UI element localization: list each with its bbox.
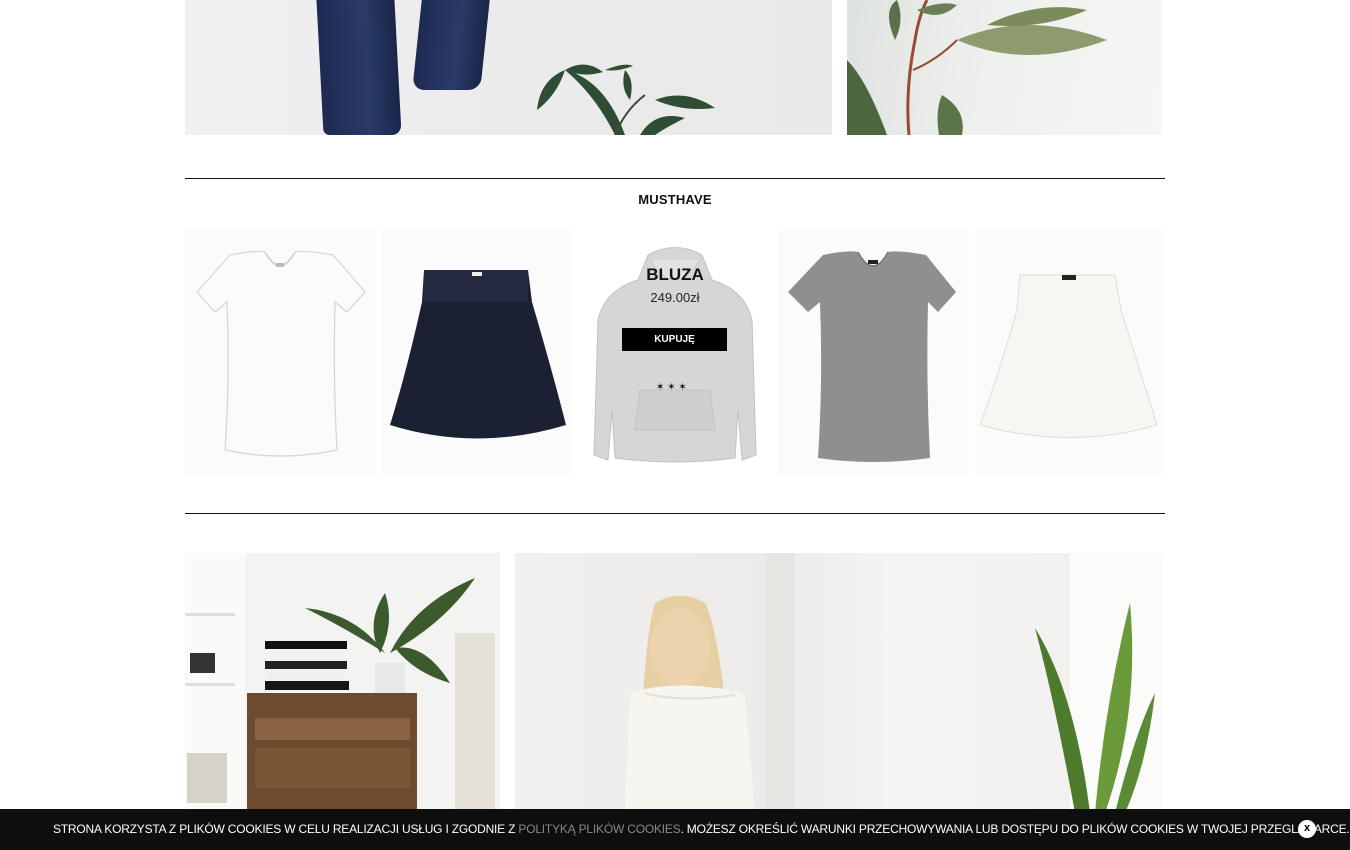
svg-text:✶ ✶ ✶: ✶ ✶ ✶ bbox=[656, 382, 687, 392]
section-divider-top bbox=[185, 178, 1165, 179]
cookie-message: STRONA KORZYSTA Z PLIKÓW COOKIES W CELU … bbox=[53, 809, 1350, 850]
product-card-grey-tshirt[interactable] bbox=[778, 230, 968, 475]
section-title: MUSTHAVE bbox=[638, 192, 712, 207]
close-icon[interactable]: x bbox=[1298, 820, 1316, 838]
product-card-grey-hoodie[interactable]: BLUZA 249.00zł KUPUJĘ ✶ ✶ ✶ bbox=[580, 230, 770, 475]
cookie-text-after: . MOŻESZ OKREŚLIĆ WARUNKI PRZECHOWYWANIA… bbox=[680, 822, 1350, 836]
eucalyptus-illustration bbox=[847, 0, 1107, 135]
cookie-consent-bar: STRONA KORZYSTA Z PLIKÓW COOKIES W CELU … bbox=[0, 809, 1350, 850]
editorial-photo-interior[interactable] bbox=[185, 553, 500, 813]
product-card-navy-skirt[interactable] bbox=[382, 230, 572, 475]
editorial-photo-trousers[interactable] bbox=[185, 0, 832, 135]
white-skirt-image bbox=[979, 274, 1158, 438]
editorial-photo-eucalyptus[interactable] bbox=[847, 0, 1162, 135]
woman-by-wall-illustration bbox=[625, 553, 1162, 813]
interior-illustration bbox=[185, 553, 495, 813]
buy-button[interactable]: KUPUJĘ bbox=[622, 328, 727, 351]
product-name: BLUZA bbox=[646, 265, 704, 284]
editorial-photo-woman[interactable] bbox=[515, 553, 1162, 813]
product-hover-overlay: BLUZA 249.00zł KUPUJĘ bbox=[580, 230, 770, 475]
grey-tshirt-image bbox=[788, 251, 956, 462]
cookie-text-before: STRONA KORZYSTA Z PLIKÓW COOKIES W CELU … bbox=[53, 822, 519, 836]
plant-leaves-illustration bbox=[537, 64, 715, 135]
product-price: 249.00zł bbox=[650, 290, 700, 305]
product-card-white-tshirt[interactable] bbox=[185, 230, 375, 475]
stars-print-icon: ✶ ✶ ✶ bbox=[656, 382, 687, 392]
navy-skirt-image bbox=[390, 270, 566, 439]
product-card-white-skirt[interactable] bbox=[975, 230, 1165, 475]
section-divider-bottom bbox=[185, 513, 1165, 514]
white-tshirt-image bbox=[196, 250, 366, 457]
cookie-policy-link[interactable]: POLITYKĄ PLIKÓW COOKIES bbox=[518, 822, 680, 836]
